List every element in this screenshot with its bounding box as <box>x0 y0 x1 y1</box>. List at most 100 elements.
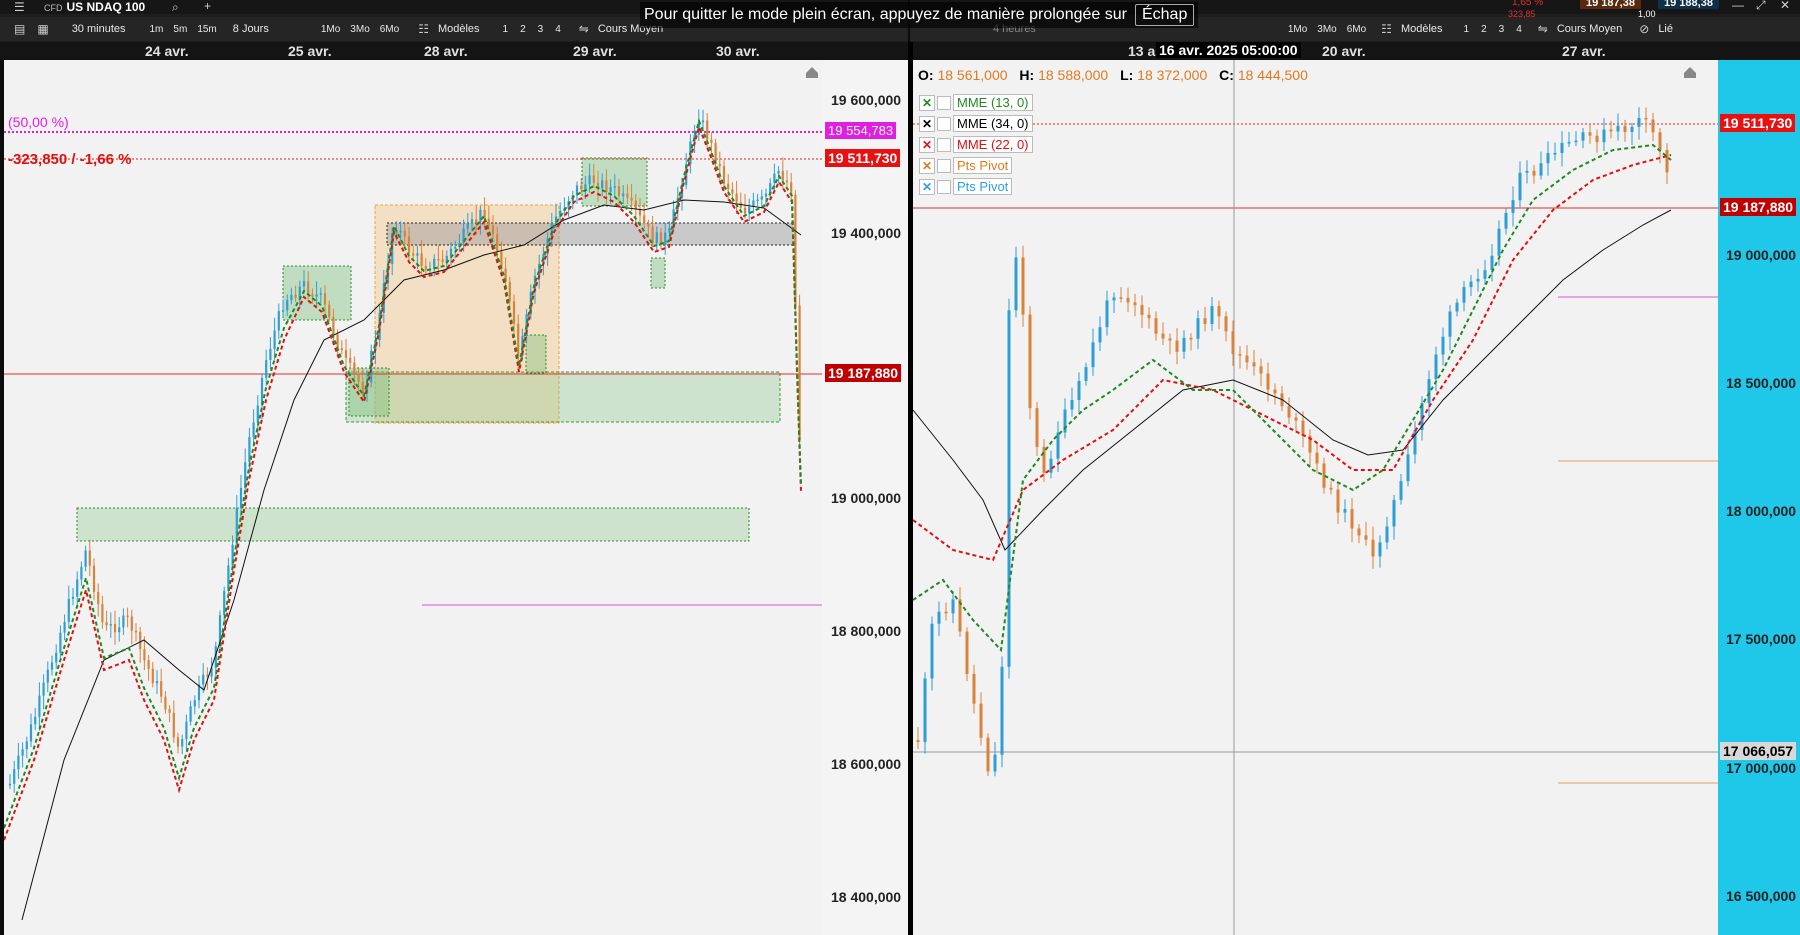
candle-body <box>1399 481 1403 500</box>
zone-grey <box>386 222 796 246</box>
search-icon[interactable]: ⌕ <box>172 0 179 15</box>
candle-body <box>1385 526 1389 543</box>
candle-body <box>323 293 327 305</box>
right-axis-1: 18 500,000 <box>1726 375 1797 391</box>
templates-icon[interactable]: ☷ <box>418 22 429 36</box>
linked-button[interactable]: Lié <box>1653 21 1678 37</box>
right-layout-2-button[interactable]: 2 <box>1477 22 1491 37</box>
indicator-remove-icon[interactable]: ✕ <box>919 136 935 153</box>
left-axis-4: 18 800,000 <box>831 623 902 639</box>
indicator-pivot-orange[interactable]: ✕ Pts Pivot <box>919 157 1013 174</box>
candle-body <box>76 579 79 597</box>
range-1mo[interactable]: 1Mo <box>318 22 343 37</box>
indicator-ema13[interactable]: ✕ MME (13, 0) <box>919 94 1033 111</box>
candle-body <box>1049 458 1053 473</box>
candle-body <box>1462 287 1466 303</box>
candle-body <box>1161 333 1165 339</box>
candle-body <box>1091 342 1095 368</box>
ohlc-open: 18 561,000 <box>937 67 1008 83</box>
range-select[interactable]: 8 Jours <box>228 21 274 37</box>
link-icon[interactable]: ⊘ <box>1639 22 1649 36</box>
indicator-ema34[interactable]: ✕ MME (34, 0) <box>919 115 1033 132</box>
indicator-toggle[interactable] <box>937 179 951 194</box>
indicator-remove-icon[interactable]: ✕ <box>919 178 935 195</box>
left-chart-svg[interactable] <box>4 60 822 935</box>
close-icon[interactable]: ✕ <box>1780 0 1790 12</box>
quote-bid[interactable]: 19 187,38 <box>1580 0 1641 9</box>
indicator-pivot-blue[interactable]: ✕ Pts Pivot <box>919 178 1013 195</box>
candle-body <box>42 682 45 696</box>
right-templates-button[interactable]: Modèles <box>1396 21 1448 37</box>
right-chart-svg[interactable] <box>913 60 1718 935</box>
candle-body <box>164 696 167 710</box>
right-chart-area[interactable]: O: 18 561,000 H: 18 588,000 L: 18 372,00… <box>913 60 1718 935</box>
right-layout-4-button[interactable]: 4 <box>1512 22 1526 37</box>
right-axis-2: 18 000,000 <box>1726 503 1797 519</box>
left-chart-area[interactable]: (50,00 %) -323,850 / -1,66 % <box>4 60 822 935</box>
panel-icon[interactable]: ▤ <box>14 22 25 36</box>
candle-body <box>609 187 612 192</box>
layout-3-button[interactable]: 3 <box>534 22 548 37</box>
candle-body <box>1434 354 1438 380</box>
candle-body <box>634 200 637 210</box>
indicator-toggle[interactable] <box>937 116 951 131</box>
candle-body <box>1210 306 1214 325</box>
range-6mo[interactable]: 6Mo <box>377 22 402 37</box>
indicator-remove-icon[interactable]: ✕ <box>919 94 935 111</box>
right-price-axis[interactable]: 19 000,000 18 500,000 18 000,000 17 500,… <box>1718 60 1800 935</box>
price-type-icon[interactable]: ⇋ <box>579 22 589 36</box>
candle-body <box>638 209 642 216</box>
right-date-2: 27 avr. <box>1562 43 1606 59</box>
indicator-ema22[interactable]: ✕ MME (22, 0) <box>919 136 1033 153</box>
candle-body <box>1014 257 1018 311</box>
left-home-icon <box>806 67 818 78</box>
candle-body <box>1203 318 1207 325</box>
quote-delta: 323,85 <box>1508 9 1536 19</box>
right-layout-1-button[interactable]: 1 <box>1460 22 1474 37</box>
indicator-toggle[interactable] <box>937 95 951 110</box>
indicator-remove-icon[interactable]: ✕ <box>919 157 935 174</box>
interval-select[interactable]: 30 minutes <box>67 21 131 37</box>
maximize-icon[interactable]: ⤢ <box>1756 0 1766 13</box>
period-1m[interactable]: 1m <box>147 22 167 37</box>
layout-icon[interactable]: ▦ <box>37 22 48 36</box>
candle-body <box>1546 153 1550 164</box>
fib-label: (50,00 %) <box>8 114 69 130</box>
minimize-icon[interactable]: — <box>1732 0 1744 12</box>
right-price-type-icon[interactable]: ⇋ <box>1538 22 1548 36</box>
layout-4-button[interactable]: 4 <box>551 22 565 37</box>
candle-body <box>1273 389 1277 394</box>
candle-body <box>21 749 24 756</box>
right-range-3mo[interactable]: 3Mo <box>1314 22 1339 37</box>
menu-icon[interactable]: ☰ <box>14 0 25 14</box>
right-price-type-select[interactable]: Cours Moyen <box>1552 21 1627 37</box>
left-price-axis[interactable]: 19 600,000 19 400,000 19 000,000 18 800,… <box>822 60 908 935</box>
candle-body <box>592 175 595 183</box>
candle-body <box>643 215 646 224</box>
candle-body <box>781 170 784 181</box>
left-axis-6: 18 400,000 <box>831 889 902 905</box>
right-layout-3-button[interactable]: 3 <box>1495 22 1509 37</box>
candle-body <box>1616 125 1620 132</box>
candle-body <box>105 622 108 626</box>
candle-body <box>340 348 343 351</box>
candle-body <box>706 120 709 140</box>
right-range-1mo[interactable]: 1Mo <box>1285 22 1310 37</box>
indicator-toggle[interactable] <box>937 137 951 152</box>
templates-button[interactable]: Modèles <box>433 21 485 37</box>
layout-2-button[interactable]: 2 <box>516 22 530 37</box>
period-5m[interactable]: 5m <box>170 22 190 37</box>
indicator-remove-icon[interactable]: ✕ <box>919 115 935 132</box>
right-templates-icon[interactable]: ☷ <box>1381 22 1392 36</box>
quote-ask[interactable]: 19 188,38 <box>1658 0 1719 9</box>
range-3mo[interactable]: 3Mo <box>347 22 372 37</box>
candle-body <box>84 550 87 567</box>
right-range-6mo[interactable]: 6Mo <box>1344 22 1369 37</box>
symbol-label[interactable]: CFD US NDAQ 100 <box>44 0 145 14</box>
layout-1-button[interactable]: 1 <box>499 22 513 37</box>
add-tab-icon[interactable]: + <box>204 0 211 13</box>
period-15m[interactable]: 15m <box>194 22 219 37</box>
indicator-toggle[interactable] <box>937 158 951 173</box>
candle-body <box>1259 366 1263 374</box>
candle-body <box>605 180 608 192</box>
